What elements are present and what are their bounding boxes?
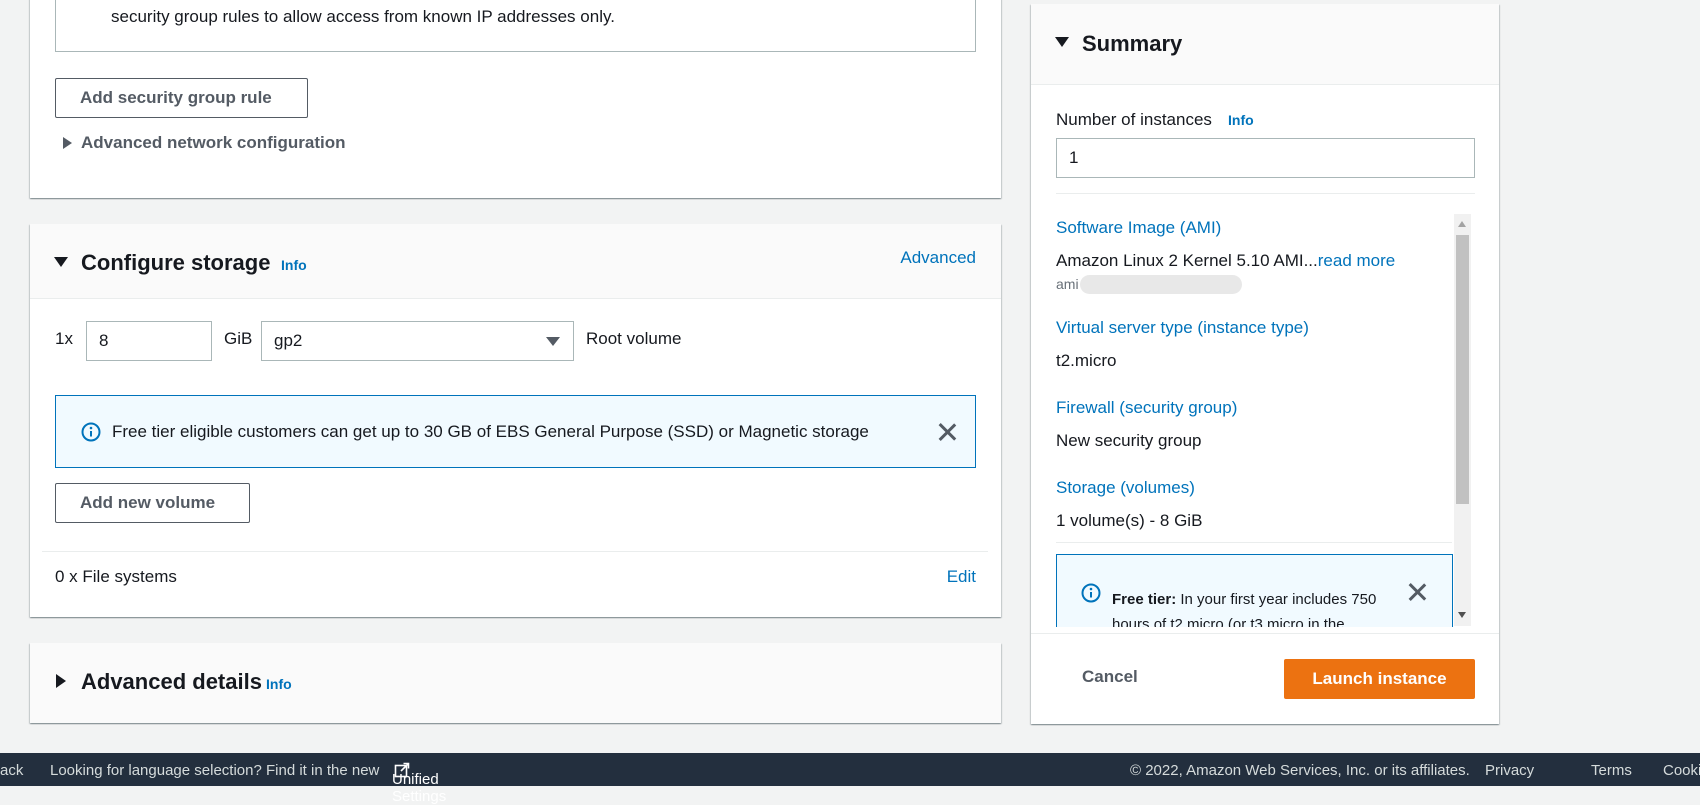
summary-scrollbar[interactable] (1454, 214, 1471, 626)
advanced-details-panel: Advanced details Info (30, 643, 1001, 723)
advanced-details-info-link[interactable]: Info (266, 676, 292, 692)
ami-name: Amazon Linux 2 Kernel 5.10 AMI... (1056, 251, 1318, 270)
advanced-details-toggle[interactable] (56, 674, 66, 688)
cancel-button[interactable]: Cancel (1082, 667, 1138, 687)
number-of-instances-info-link[interactable]: Info (1228, 112, 1254, 128)
summary-title: Summary (1082, 31, 1183, 56)
free-tier-summary-text: Free tier: In your first year includes 7… (1112, 587, 1387, 627)
dropdown-caret-icon (546, 337, 560, 346)
network-settings-panel: security group rules to allow access fro… (30, 0, 1001, 198)
divider (1056, 193, 1475, 194)
free-tier-bold-label: Free tier: (1112, 591, 1177, 608)
advanced-network-configuration-toggle[interactable]: Advanced network configuration (63, 132, 345, 154)
caret-down-icon (54, 257, 68, 267)
advanced-details-title: Advanced details (81, 669, 262, 694)
redacted-ami-id (1080, 275, 1242, 294)
configure-storage-panel: Configure storage Info Advanced 1x 8 GiB… (30, 224, 1001, 617)
storage-header: Configure storage Info Advanced (30, 224, 1001, 299)
number-of-instances-label: Number of instances (1056, 110, 1212, 129)
firewall-value: New security group (1056, 431, 1202, 450)
volume-size-input[interactable]: 8 (86, 321, 212, 361)
ami-id-prefix: ami (1056, 276, 1079, 292)
ami-id: ami (1056, 276, 1079, 292)
free-tier-storage-alert: Free tier eligible customers can get up … (55, 395, 976, 468)
ami-read-more-link[interactable]: read more (1318, 251, 1395, 270)
security-warning-box: security group rules to allow access fro… (55, 0, 976, 52)
ami-value: Amazon Linux 2 Kernel 5.10 AMI...read mo… (1056, 251, 1395, 271)
info-circle-icon (1081, 583, 1101, 608)
divider (1031, 633, 1499, 634)
privacy-link[interactable]: Privacy (1485, 762, 1534, 779)
root-volume-label: Root volume (586, 329, 682, 348)
instance-type-value: t2.micro (1056, 351, 1117, 370)
footer: ack Looking for language selection? Find… (0, 753, 1700, 805)
volume-type-select[interactable]: gp2 (261, 321, 574, 361)
storage-title: Configure storage (81, 250, 271, 275)
scroll-down-arrow-icon[interactable] (1458, 612, 1466, 618)
close-icon[interactable] (1406, 581, 1428, 603)
volume-count-label: 1x (55, 329, 73, 348)
storage-volumes-link[interactable]: Storage (volumes) (1056, 478, 1195, 498)
summary-header: Summary (1031, 4, 1499, 85)
firewall-link[interactable]: Firewall (security group) (1056, 398, 1237, 418)
security-warning-text: security group rules to allow access fro… (111, 7, 615, 26)
summary-collapse-toggle[interactable] (1055, 37, 1069, 47)
cookie-link[interactable]: Cooki (1663, 762, 1700, 779)
storage-info-link[interactable]: Info (281, 257, 307, 273)
unified-settings-label: Unified Settings (392, 771, 447, 805)
advanced-network-configuration-label: Advanced network configuration (81, 133, 346, 152)
divider (1056, 542, 1452, 543)
volume-unit-label: GiB (224, 329, 253, 348)
file-systems-edit-link[interactable]: Edit (947, 567, 976, 587)
unified-settings-link[interactable]: Unified Settings (392, 762, 446, 805)
instance-type-link[interactable]: Virtual server type (instance type) (1056, 318, 1309, 338)
language-prompt: Looking for language selection? Find it … (50, 762, 380, 779)
caret-right-icon (63, 137, 72, 149)
scrollbar-thumb[interactable] (1456, 235, 1469, 504)
number-of-instances-input[interactable]: 1 (1056, 138, 1475, 178)
free-tier-summary-alert: Free tier: In your first year includes 7… (1056, 554, 1453, 627)
close-icon[interactable] (936, 421, 958, 443)
launch-instance-button[interactable]: Launch instance (1284, 659, 1475, 699)
file-systems-label: 0 x File systems (55, 567, 177, 586)
storage-advanced-link[interactable]: Advanced (900, 248, 976, 268)
free-tier-storage-text: Free tier eligible customers can get up … (112, 422, 869, 441)
add-security-group-rule-button[interactable]: Add security group rule (55, 78, 308, 118)
storage-volumes-value: 1 volume(s) - 8 GiB (1056, 511, 1203, 530)
copyright-text: © 2022, Amazon Web Services, Inc. or its… (1130, 762, 1470, 779)
add-new-volume-button[interactable]: Add new volume (55, 483, 250, 523)
scroll-up-arrow-icon[interactable] (1458, 221, 1466, 227)
footer-back-link[interactable]: ack (0, 762, 23, 779)
caret-right-icon (56, 674, 66, 688)
divider (42, 551, 988, 552)
software-image-link[interactable]: Software Image (AMI) (1056, 218, 1221, 238)
caret-down-icon (1055, 37, 1069, 47)
volume-type-value: gp2 (274, 331, 303, 350)
info-circle-icon (81, 422, 101, 447)
storage-collapse-toggle[interactable] (54, 257, 68, 267)
terms-link[interactable]: Terms (1591, 762, 1632, 779)
